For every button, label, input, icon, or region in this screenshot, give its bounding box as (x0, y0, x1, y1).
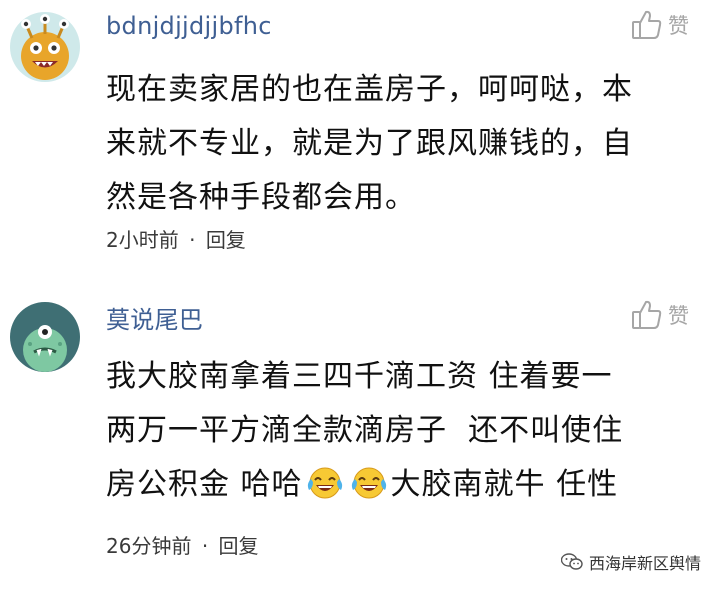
comment-line: 现在卖家居的也在盖房子，呵呵哒，本 (106, 72, 633, 107)
comment-item: 莫说尾巴 赞 我大胶南拿着三四千滴工资 住着要一 两万一平方滴全款滴房子 还不叫… (0, 290, 715, 580)
comment-meta: 26分钟前 · 回复 (106, 530, 259, 559)
meta-separator: · (189, 228, 196, 252)
like-label: 赞 (668, 304, 689, 328)
comment-line: 房公积金 哈哈 大胶南就牛 任性 (106, 458, 696, 512)
monster-avatar-icon (10, 12, 80, 82)
comment-line-part: 房公积金 哈哈 (106, 467, 303, 502)
crying-laughing-emoji-icon (307, 467, 342, 499)
username[interactable]: 莫说尾巴 (106, 300, 203, 335)
wechat-icon (560, 553, 583, 570)
watermark: 西海岸新区舆情 (560, 550, 701, 574)
comment-line: 两万一平方滴全款滴房子 还不叫使住 (106, 413, 624, 448)
watermark-text: 西海岸新区舆情 (588, 554, 701, 573)
comment-line: 然是各种手段都会用。 (106, 180, 416, 215)
comment-text: 现在卖家居的也在盖房子，呵呵哒，本 来就不专业，就是为了跟风赚钱的，自 然是各种… (106, 63, 696, 225)
thumbs-up-icon (632, 10, 662, 39)
comment-meta: 2小时前 · 回复 (106, 224, 246, 253)
comment-line-part: 大胶南就牛 任性 (390, 467, 619, 502)
like-button[interactable]: 赞 (630, 298, 689, 332)
comment-line: 我大胶南拿着三四千滴工资 住着要一 (106, 359, 613, 394)
username[interactable]: bdnjdjjdjjbfhc (106, 12, 272, 40)
avatar[interactable] (10, 12, 80, 82)
comment-line: 来就不专业，就是为了跟风赚钱的，自 (106, 126, 633, 161)
like-button[interactable]: 赞 (630, 8, 689, 42)
timestamp: 26分钟前 (106, 534, 192, 558)
comment-item: bdnjdjjdjjbfhc 赞 现在卖家居的也在盖房子，呵呵哒，本 来就不专业… (0, 0, 715, 280)
comment-text: 我大胶南拿着三四千滴工资 住着要一 两万一平方滴全款滴房子 还不叫使住 房公积金… (106, 350, 696, 512)
like-label: 赞 (668, 14, 689, 38)
timestamp: 2小时前 (106, 228, 179, 252)
avatar[interactable] (10, 302, 80, 372)
creature-avatar-icon (10, 302, 80, 372)
meta-separator: · (201, 534, 209, 558)
crying-laughing-emoji-icon (351, 467, 386, 499)
thumbs-up-icon (632, 300, 662, 329)
reply-button[interactable]: 回复 (219, 534, 259, 558)
reply-button[interactable]: 回复 (206, 228, 246, 252)
